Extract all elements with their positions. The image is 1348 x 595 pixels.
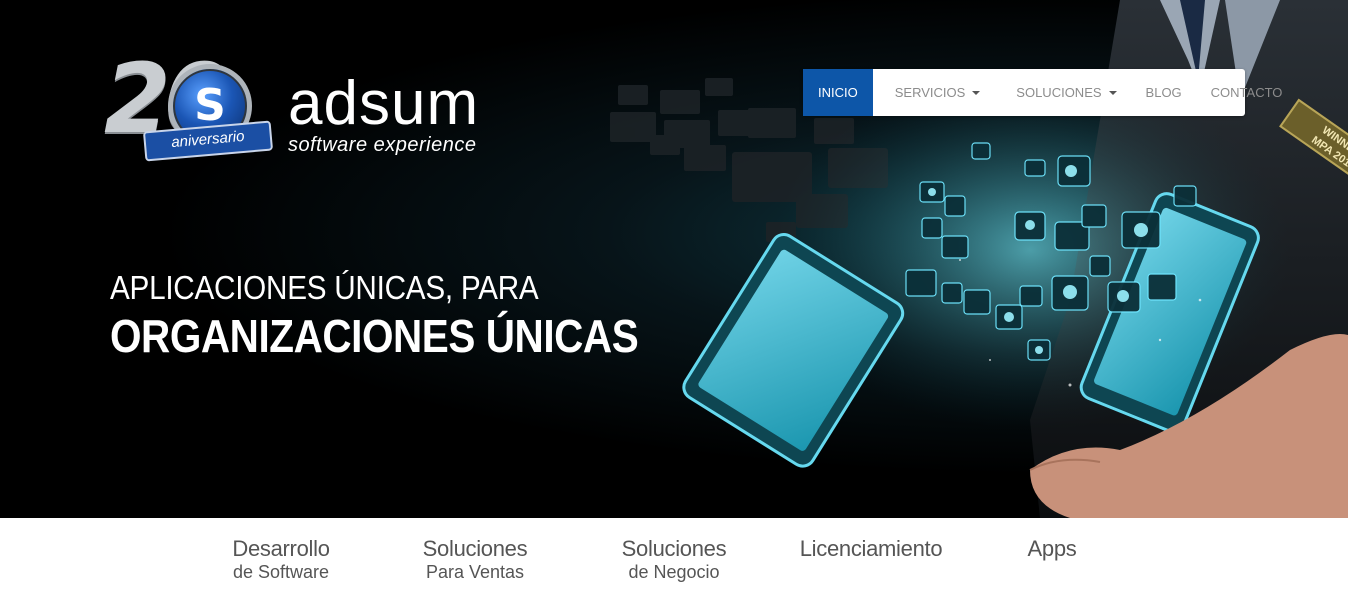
adsum-logo[interactable]: 20 S aniversario adsum software experien… (104, 44, 484, 162)
nav-item-blog[interactable]: BLOG (1128, 69, 1193, 116)
nav-item-contacto[interactable]: CONTACTO (1193, 69, 1294, 116)
category-soluciones-ventas[interactable]: Soluciones Para Ventas (423, 536, 528, 582)
brand-name: adsum (288, 69, 480, 138)
nav-item-label: INICIO (818, 85, 858, 100)
brand-tagline: software experience (288, 134, 477, 156)
category-licenciamiento[interactable]: Licenciamiento (800, 536, 943, 562)
nav-item-servicios[interactable]: SERVICIOS (873, 69, 999, 116)
nav-item-inicio[interactable]: INICIO (803, 69, 873, 116)
main-nav: INICIO SERVICIOS SOLUCIONES BLOG CONTACT… (803, 69, 1282, 116)
category-apps[interactable]: Apps (1028, 536, 1077, 562)
category-title: Licenciamiento (799, 536, 943, 561)
category-subtitle: de Software (232, 562, 330, 582)
category-soluciones-negocio[interactable]: Soluciones de Negocio (622, 536, 727, 582)
category-bar: Desarrollo de Software Soluciones Para V… (0, 518, 1348, 595)
nav-item-soluciones[interactable]: SOLUCIONES (998, 69, 1127, 116)
nav-item-label: SOLUCIONES (1016, 85, 1102, 100)
category-title: Soluciones (621, 536, 727, 561)
category-title: Desarrollo (232, 536, 330, 561)
nav-item-label: SERVICIOS (894, 85, 966, 100)
hero-headline-line1: APLICACIONES ÚNICAS, PARA (110, 269, 539, 306)
category-subtitle: de Negocio (628, 562, 720, 582)
category-title: Apps (1027, 536, 1077, 561)
hero-headline-line2: ORGANIZACIONES ÚNICAS (110, 310, 639, 362)
nav-item-label: CONTACTO (1210, 85, 1283, 100)
nav-item-label: BLOG (1145, 85, 1182, 100)
chevron-down-icon (972, 90, 981, 95)
category-desarrollo-software[interactable]: Desarrollo de Software (232, 536, 330, 582)
chevron-down-icon (1108, 90, 1117, 95)
category-subtitle: Para Ventas (425, 562, 525, 582)
category-title: Soluciones (422, 536, 528, 561)
